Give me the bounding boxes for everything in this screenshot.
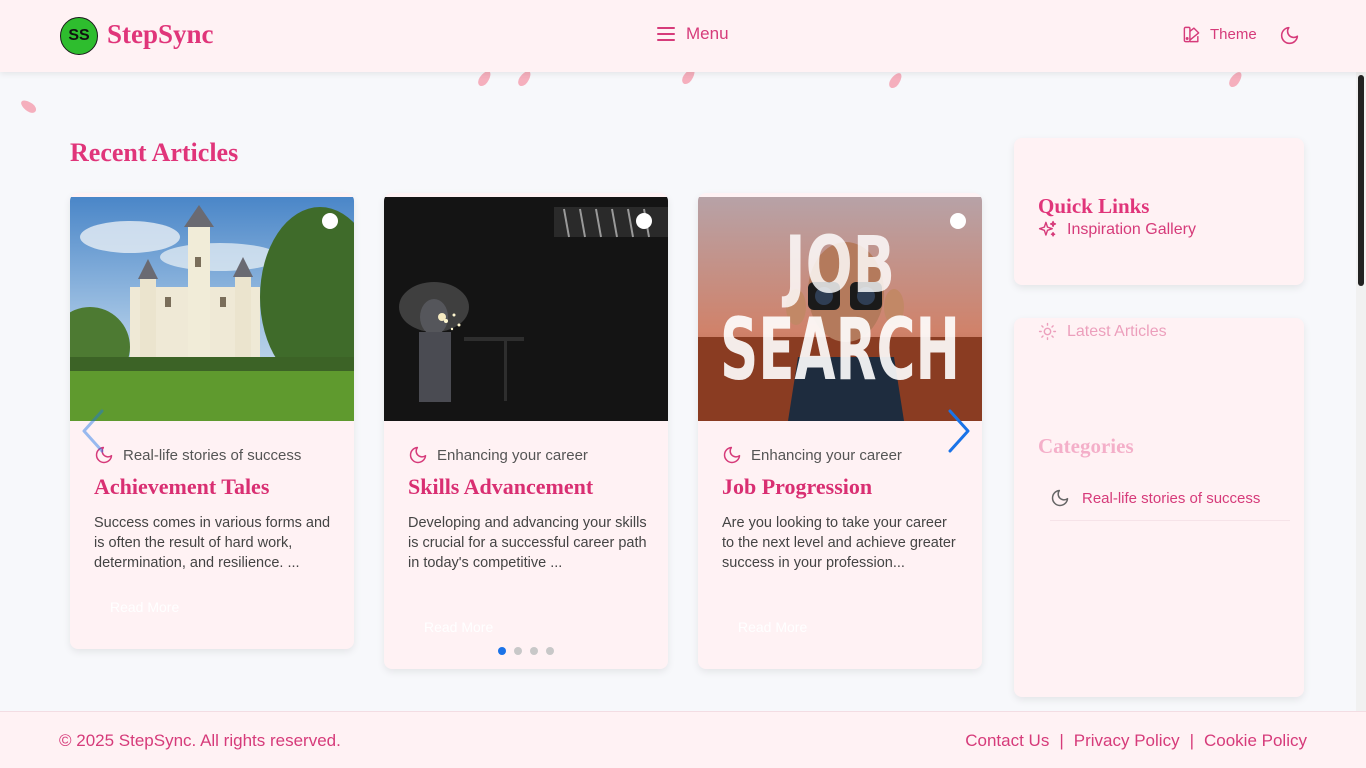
moon-icon (409, 446, 427, 464)
image-headline-job: JOB (781, 221, 895, 311)
category-item[interactable]: Real-life stories of success (1050, 488, 1290, 521)
footer-separator: | (1189, 731, 1194, 750)
latest-articles-link[interactable]: Latest Articles (1038, 322, 1167, 341)
favorite-dot[interactable] (636, 213, 652, 229)
site-header: SS StepSync Menu Theme (0, 0, 1366, 72)
theme-button[interactable]: Theme (1182, 25, 1257, 44)
article-title[interactable]: Skills Advancement (408, 474, 593, 500)
carousel-dot[interactable] (498, 647, 506, 655)
moon-icon (1280, 26, 1299, 45)
article-title[interactable]: Job Progression (722, 474, 872, 500)
logo-text[interactable]: StepSync (107, 19, 214, 50)
carousel-dot[interactable] (546, 647, 554, 655)
theme-label: Theme (1210, 26, 1257, 43)
footer-links: Contact Us | Privacy Policy | Cookie Pol… (965, 731, 1307, 751)
logo-badge[interactable]: SS (60, 17, 98, 55)
article-card[interactable]: Real-life stories of success Achievement… (70, 193, 354, 649)
article-category: Enhancing your career (722, 445, 902, 465)
article-description: Success comes in various forms and is of… (94, 515, 331, 571)
article-category: Enhancing your career (408, 445, 588, 465)
carousel-prev-arrow[interactable] (80, 409, 106, 453)
page-scrollbar[interactable] (1356, 72, 1366, 712)
section-title: Recent Articles (70, 138, 239, 167)
image-headline-search: SEARCH (720, 300, 960, 400)
site-footer: © 2025 StepSync. All rights reserved. Co… (0, 711, 1366, 768)
carousel-dot[interactable] (514, 647, 522, 655)
scrollbar-thumb[interactable] (1358, 75, 1364, 286)
sun-icon (1038, 322, 1057, 341)
privacy-policy-link[interactable]: Privacy Policy (1074, 731, 1180, 751)
palette-icon (1183, 26, 1200, 43)
copyright-text: © 2025 StepSync. All rights reserved. (59, 731, 341, 750)
carousel-dot[interactable] (530, 647, 538, 655)
article-category-label: Enhancing your career (437, 446, 588, 464)
moon-icon (723, 446, 741, 464)
category-item-label: Real-life stories of success (1082, 489, 1261, 507)
quick-links-title: Quick Links (1038, 194, 1150, 218)
menu-button[interactable]: Menu (656, 24, 729, 44)
categories-title: Categories (1038, 434, 1134, 458)
castle-image (70, 197, 354, 421)
article-title[interactable]: Achievement Tales (94, 474, 269, 500)
article-category-label: Enhancing your career (751, 446, 902, 464)
carousel-pagination (498, 647, 554, 655)
inspiration-gallery-link[interactable]: Inspiration Gallery (1038, 220, 1196, 239)
hamburger-icon (657, 27, 675, 41)
menu-label: Menu (686, 24, 729, 43)
petal-decoration (886, 70, 905, 91)
inspiration-gallery-label: Inspiration Gallery (1067, 220, 1196, 238)
quick-links-panel: Quick Links Inspiration Gallery (1014, 138, 1304, 285)
job-search-image: JOB SEARCH (698, 197, 982, 421)
welder-image (384, 197, 668, 421)
sparkles-icon (1038, 220, 1057, 237)
article-card[interactable]: Enhancing your career Skills Advancement… (384, 193, 668, 669)
cookie-policy-link[interactable]: Cookie Policy (1204, 731, 1307, 751)
article-card[interactable]: JOB SEARCH Enhancing your career Job Pro… (698, 193, 982, 669)
dark-mode-toggle[interactable] (1279, 25, 1300, 51)
petal-decoration (1226, 69, 1245, 90)
article-category: Real-life stories of success (94, 445, 301, 465)
moon-icon (1051, 489, 1069, 507)
article-description: Are you looking to take your career to t… (722, 515, 956, 571)
favorite-dot[interactable] (950, 213, 966, 229)
carousel-next-arrow[interactable] (946, 409, 972, 453)
article-description: Developing and advancing your skills is … (408, 515, 647, 571)
articles-categories-panel: Latest Articles Categories Real-life sto… (1014, 318, 1304, 697)
read-more-button[interactable]: Read More (722, 613, 842, 643)
latest-articles-label: Latest Articles (1067, 322, 1167, 340)
read-more-button[interactable]: Read More (408, 613, 528, 643)
footer-separator: | (1059, 731, 1064, 750)
article-category-label: Real-life stories of success (123, 446, 302, 464)
favorite-dot[interactable] (322, 213, 338, 229)
petal-decoration (18, 97, 39, 116)
contact-us-link[interactable]: Contact Us (965, 731, 1049, 751)
read-more-button[interactable]: Read More (94, 593, 214, 623)
